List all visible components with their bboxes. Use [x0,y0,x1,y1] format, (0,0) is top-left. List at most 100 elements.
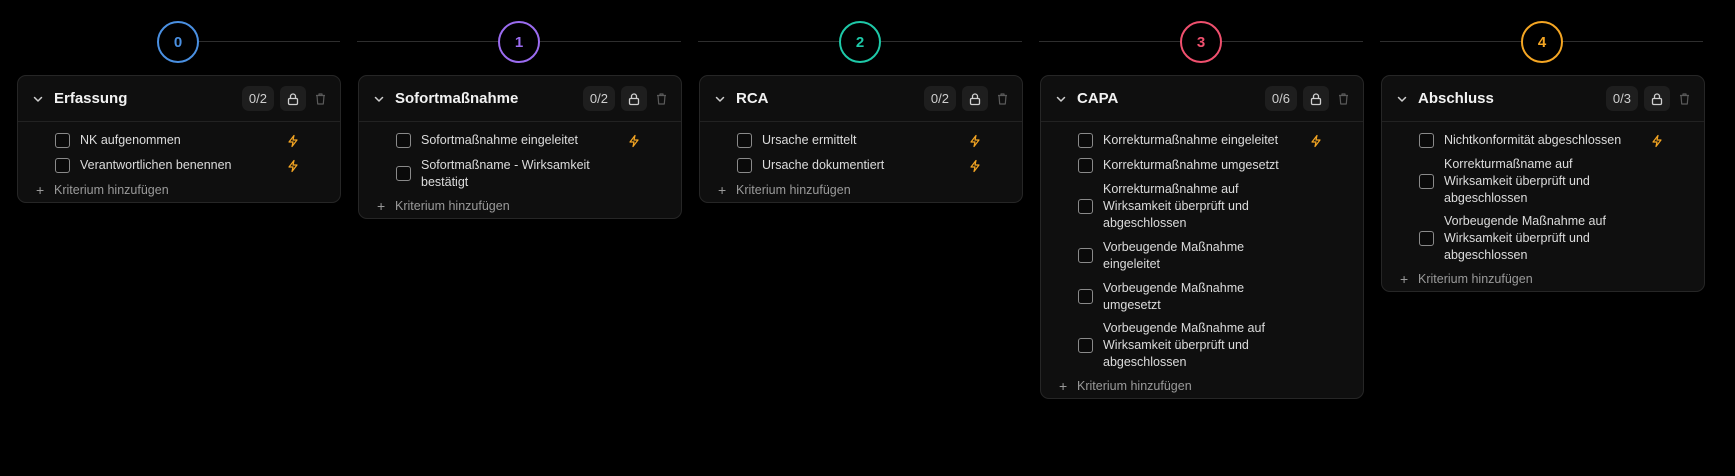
criterion-item: Verantwortlichen benennen [18,153,340,178]
add-criterion-label: Kriterium hinzufügen [1077,379,1192,393]
criterion-label: Vorbeugende Maßnahme auf Wirksamkeit übe… [1103,321,1265,369]
chevron-down-icon[interactable] [1394,91,1410,107]
lock-icon [968,92,982,106]
criterion-label: Korrekturmaßnahme auf Wirksamkeit überpr… [1103,182,1249,230]
lock-icon [1309,92,1323,106]
criterion-checkbox[interactable] [1078,158,1093,173]
phase-card-header[interactable]: Erfassung 0/2 [18,76,340,122]
phase-card-header[interactable]: CAPA 0/6 [1041,76,1363,122]
step-indicator: 1 [498,21,540,63]
add-criterion-button[interactable]: + Kriterium hinzufügen [359,194,681,218]
step-indicator: 2 [839,21,881,63]
add-criterion-label: Kriterium hinzufügen [736,183,851,197]
criterion-label: Ursache dokumentiert [762,158,885,172]
progress-count-badge: 0/2 [241,86,274,111]
progress-count-badge: 0/3 [1605,86,1638,111]
chevron-down-icon[interactable] [371,91,387,107]
lock-button[interactable] [1644,86,1670,111]
criteria-list: Nichtkonformität abgeschlossen Korrekturm… [1382,122,1704,267]
criterion-checkbox[interactable] [1419,174,1434,189]
lock-button[interactable] [1303,86,1329,111]
phase-title: CAPA [1077,90,1119,107]
criterion-item: Vorbeugende Maßnahme auf Wirksamkeit übe… [1041,317,1363,374]
trash-icon [314,92,327,106]
criterion-item: Korrekturmaßnahme umgesetzt [1041,153,1363,178]
lock-button[interactable] [280,86,306,111]
criterion-checkbox[interactable] [737,158,752,173]
phase-card-header[interactable]: RCA 0/2 [700,76,1022,122]
chevron-down-icon[interactable] [30,91,46,107]
trash-icon [1337,92,1350,106]
phase-card: RCA 0/2 Ursache ermittelt Ursache dokumenti… [699,75,1023,203]
criterion-item: Vorbeugende Maßnahme eingeleitet [1041,235,1363,276]
criterion-label: Verantwortlichen benennen [80,158,232,172]
lock-button[interactable] [621,86,647,111]
progress-count-badge: 0/2 [923,86,956,111]
criterion-checkbox[interactable] [1078,133,1093,148]
criterion-label: Korrekturmaßnahme eingeleitet [1103,133,1279,147]
add-criterion-label: Kriterium hinzufügen [395,199,510,213]
add-criterion-button[interactable]: + Kriterium hinzufügen [18,178,340,202]
criterion-item: Ursache ermittelt [700,128,1022,153]
criterion-checkbox[interactable] [396,133,411,148]
criterion-checkbox[interactable] [1078,199,1093,214]
delete-phase-button[interactable] [1333,86,1353,111]
phase-title: Abschluss [1418,90,1494,107]
delete-phase-button[interactable] [310,86,330,111]
criterion-item: Sofortmaßnahme eingeleitet [359,128,681,153]
phase-card: Sofortmaßnahme 0/2 Sofortmaßnahme eingelei… [358,75,682,219]
lock-icon [286,92,300,106]
step-connector-line [698,41,839,42]
progress-count-badge: 0/2 [582,86,615,111]
criterion-checkbox[interactable] [1078,338,1093,353]
criterion-label: Korrekturmaßname auf Wirksamkeit überprü… [1444,157,1590,205]
step-connector-line [1563,41,1703,42]
criterion-item: Nichtkonformität abgeschlossen [1382,128,1704,153]
phase-title: RCA [736,90,769,107]
criterion-checkbox[interactable] [1419,133,1434,148]
trash-icon [1678,92,1691,106]
delete-phase-button[interactable] [1674,86,1694,111]
delete-phase-button[interactable] [992,86,1012,111]
criterion-item: Vorbeugende Maßnahme auf Wirksamkeit übe… [1382,210,1704,267]
add-criterion-button[interactable]: + Kriterium hinzufügen [1382,267,1704,291]
criterion-checkbox[interactable] [1078,289,1093,304]
criterion-label: Vorbeugende Maßnahme eingeleitet [1103,239,1245,271]
criterion-checkbox[interactable] [396,166,411,181]
lock-icon [627,92,641,106]
step-indicator: 3 [1180,21,1222,63]
criterion-checkbox[interactable] [1419,231,1434,246]
lock-button[interactable] [962,86,988,111]
delete-phase-button[interactable] [651,86,671,111]
criterion-checkbox[interactable] [55,158,70,173]
add-criterion-button[interactable]: + Kriterium hinzufügen [1041,374,1363,398]
criterion-checkbox[interactable] [55,133,70,148]
trash-icon [996,92,1009,106]
criterion-checkbox[interactable] [737,133,752,148]
criterion-label: NK aufgenommen [80,133,181,147]
step-indicator: 4 [1521,21,1563,63]
criterion-item: Korrekturmaßnahme eingeleitet [1041,128,1363,153]
trash-icon [655,92,668,106]
step-connector-line [881,41,1022,42]
phase-card-header[interactable]: Sofortmaßnahme 0/2 [359,76,681,122]
criterion-label: Sofortmaßname - Wirksamkeit bestätigt [421,157,590,189]
chevron-down-icon[interactable] [1053,91,1069,107]
add-criterion-button[interactable]: + Kriterium hinzufügen [700,178,1022,202]
plus-icon: + [1400,271,1409,287]
plus-icon: + [718,182,727,198]
criteria-list: Ursache ermittelt Ursache dokumentiert [700,122,1022,178]
plus-icon: + [1059,378,1068,394]
lightning-icon [1309,134,1323,148]
step-connector-line [540,41,681,42]
lightning-icon [968,134,982,148]
step-connector-line [357,41,498,42]
criteria-list: NK aufgenommen Verantwortlichen benennen [18,122,340,178]
step-connector-line [1222,41,1363,42]
phase-card-header[interactable]: Abschluss 0/3 [1382,76,1704,122]
lightning-icon [627,134,641,148]
criterion-checkbox[interactable] [1078,248,1093,263]
step-connector-line [1039,41,1180,42]
lightning-icon [286,159,300,173]
chevron-down-icon[interactable] [712,91,728,107]
